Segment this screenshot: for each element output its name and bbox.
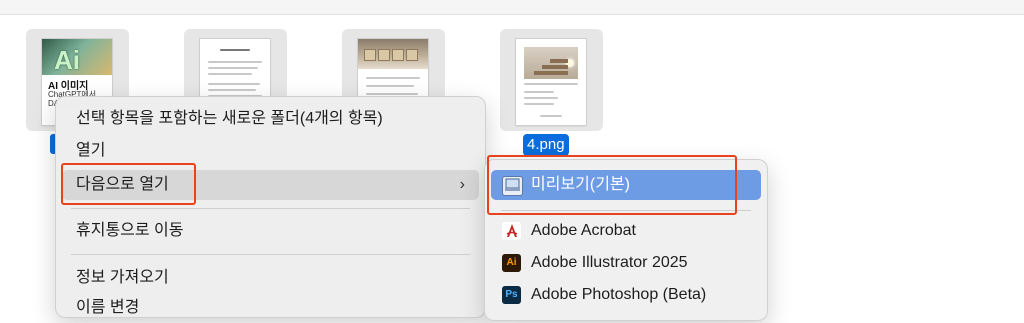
photoshop-icon: Ps	[502, 286, 521, 304]
menu-item-rename[interactable]: 이름 변경	[62, 293, 479, 323]
menu-separator	[71, 208, 470, 209]
acrobat-icon	[502, 222, 521, 240]
submenu-item-preview-label: 미리보기(기본)	[531, 176, 630, 193]
menu-item-open-with[interactable]: 다음으로 열기 ›	[62, 170, 479, 200]
menu-separator	[71, 254, 470, 255]
file-item-selected[interactable]	[500, 29, 603, 131]
submenu-item-adobe-illustrator-label: Adobe Illustrator 2025	[531, 254, 688, 271]
illustrator-icon: Ai	[502, 254, 521, 272]
window-top-bar	[0, 0, 1024, 15]
thumbnail-image	[524, 47, 578, 79]
context-menu: 선택 항목을 포함하는 새로운 폴더(4개의 항목) 열기 다음으로 열기 › …	[55, 96, 486, 318]
menu-item-open[interactable]: 열기	[62, 136, 479, 166]
menu-item-get-info[interactable]: 정보 가져오기	[62, 263, 479, 293]
menu-item-open-with-label: 다음으로 열기	[76, 176, 169, 193]
preview-app-icon	[502, 176, 523, 196]
menu-item-move-to-trash[interactable]: 휴지통으로 이동	[62, 216, 479, 246]
selected-filename[interactable]: 4.png	[523, 134, 569, 156]
file-thumbnail	[516, 39, 586, 125]
submenu-item-adobe-acrobat-label: Adobe Acrobat	[531, 222, 636, 239]
ai-logo: Ai	[54, 45, 80, 75]
submenu-item-adobe-illustrator[interactable]: Ai Adobe Illustrator 2025	[491, 248, 761, 278]
submenu-separator	[501, 210, 751, 211]
menu-item-new-folder-with-selection[interactable]: 선택 항목을 포함하는 새로운 폴더(4개의 항목)	[62, 104, 479, 134]
submenu-item-adobe-photoshop-label: Adobe Photoshop (Beta)	[531, 286, 707, 303]
chevron-right-icon: ›	[459, 176, 465, 193]
open-with-submenu: 미리보기(기본) Adobe Acrobat Ai Adobe Illustra…	[484, 159, 768, 321]
submenu-item-preview[interactable]: 미리보기(기본)	[491, 170, 761, 200]
submenu-item-adobe-photoshop[interactable]: Ps Adobe Photoshop (Beta)	[491, 280, 761, 310]
thumbnail-image	[358, 39, 428, 69]
submenu-item-adobe-acrobat[interactable]: Adobe Acrobat	[491, 216, 761, 246]
